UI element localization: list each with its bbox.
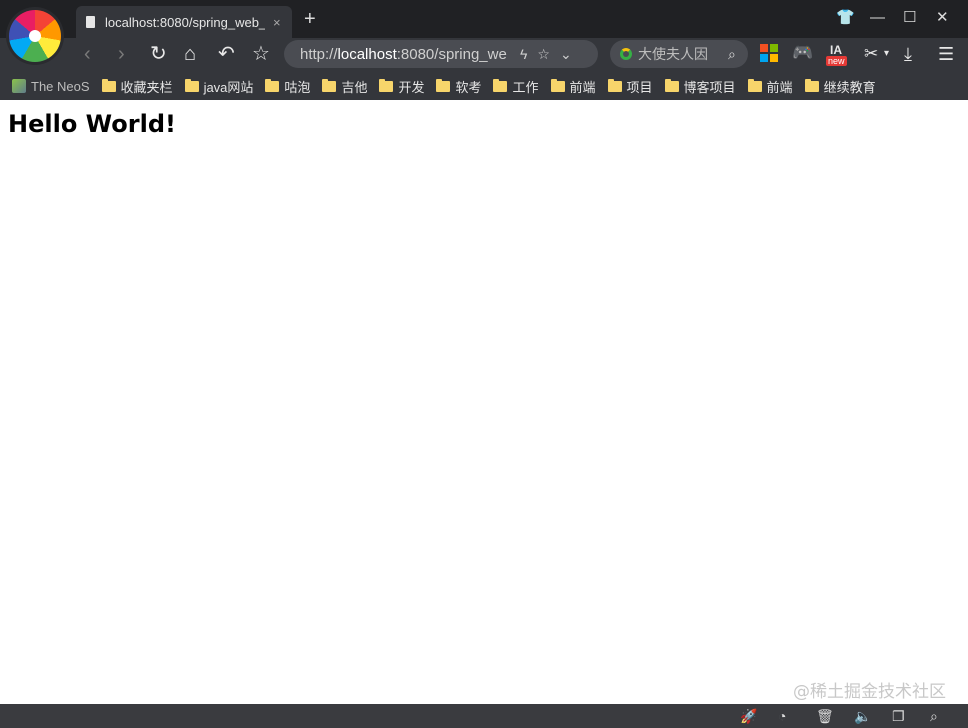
shirt-skin-icon[interactable]: 👕 — [836, 8, 855, 28]
chevron-down-icon[interactable]: ⌄ — [560, 46, 572, 63]
folder-icon — [436, 78, 451, 92]
folder-icon — [184, 78, 199, 92]
scissors-icon[interactable]: ✂ — [864, 41, 878, 67]
tab-close-button[interactable]: × — [273, 15, 281, 30]
back-icon[interactable]: ‹ — [84, 41, 91, 67]
folder-icon — [664, 78, 679, 92]
neo-favicon-icon — [12, 79, 26, 93]
folder-icon — [493, 78, 508, 92]
folder-icon — [322, 78, 337, 92]
bookmark-folder[interactable]: 软考 — [436, 77, 481, 96]
speed-icon[interactable]: ◔ — [778, 707, 786, 725]
favorite-star-icon[interactable]: ☆ — [252, 41, 270, 67]
folder-icon — [379, 78, 394, 92]
tab-strip: localhost:8080/spring_web_ × + 👕 — ☐ ✕ — [0, 0, 968, 38]
bookmark-folder[interactable]: 前端 — [747, 77, 793, 96]
search-box[interactable]: 大使夫人因 ⌕ — [610, 40, 748, 68]
folder-icon — [804, 78, 819, 92]
new-tab-button[interactable]: + — [304, 9, 316, 29]
bookmark-folder[interactable]: 开发 — [379, 77, 424, 96]
lightning-icon[interactable]: ϟ — [520, 46, 527, 62]
folder-icon — [265, 78, 280, 92]
folder-icon — [101, 78, 116, 92]
window-icon[interactable]: ❐ — [892, 707, 905, 725]
page-heading: Hello World! — [8, 110, 176, 138]
bookmark-folder[interactable]: 项目 — [607, 77, 653, 96]
bookmark-item[interactable]: The NeoS — [12, 79, 90, 94]
menu-icon[interactable]: ☰ — [938, 41, 954, 67]
status-bar: 🚀 ◔ 🗑 🔈 ❐ ⌕ — [0, 704, 968, 728]
bookmark-folder[interactable]: 前端 — [550, 77, 596, 96]
apps-grid-icon[interactable] — [760, 44, 778, 62]
maximize-icon[interactable]: ☐ — [903, 8, 916, 28]
bookmarks-bar: The NeoS 收藏夹栏 java网站 咕泡 吉他 开发 软考 工作 前端 项… — [0, 72, 968, 100]
forward-icon[interactable]: › — [118, 41, 125, 67]
download-icon[interactable]: ⤓ — [904, 41, 912, 67]
tab-title: localhost:8080/spring_web_ — [105, 14, 265, 30]
search-icon[interactable]: ⌕ — [728, 46, 736, 63]
folder-icon — [607, 78, 622, 92]
url-text: http://localhost:8080/spring_we — [300, 45, 507, 63]
speaker-icon[interactable]: 🔈 — [854, 707, 871, 725]
bookmark-folder[interactable]: 吉他 — [322, 77, 367, 96]
search-input[interactable]: 大使夫人因 — [638, 44, 722, 64]
search-icon[interactable]: ⌕ — [930, 707, 938, 725]
browser-chrome: localhost:8080/spring_web_ × + 👕 — ☐ ✕ ‹… — [0, 0, 968, 100]
address-bar[interactable]: http://localhost:8080/spring_we ϟ ☆ ⌄ — [284, 40, 598, 68]
toolbar: ‹ › ↻ ⌂ ↶ ☆ http://localhost:8080/spring… — [0, 38, 968, 70]
bookmark-folder[interactable]: 工作 — [493, 77, 539, 96]
minimize-icon[interactable]: — — [870, 8, 885, 28]
close-window-icon[interactable]: ✕ — [936, 8, 949, 28]
trash-icon[interactable]: 🗑 — [816, 707, 834, 725]
bookmark-folder[interactable]: 博客项目 — [664, 77, 736, 96]
folder-icon — [747, 78, 762, 92]
gamepad-icon[interactable]: 🎮 — [792, 44, 813, 62]
watermark: @稀土掘金技术社区 — [793, 682, 946, 702]
bookmark-folder[interactable]: java网站 — [184, 77, 253, 96]
bookmark-folder[interactable]: 继续教育 — [804, 77, 876, 96]
bookmark-star-icon[interactable]: ☆ — [537, 46, 550, 63]
reload-icon[interactable]: ↻ — [150, 41, 167, 67]
caret-down-icon[interactable]: ▾ — [884, 41, 889, 67]
new-badge: new — [826, 56, 847, 66]
bookmark-folder[interactable]: 收藏夹栏 — [101, 77, 173, 96]
bookmark-folder[interactable]: 咕泡 — [265, 77, 310, 96]
undo-icon[interactable]: ↶ — [218, 41, 235, 67]
page-content: Hello World! @稀土掘金技术社区 — [0, 100, 968, 704]
browser-logo[interactable] — [9, 10, 61, 62]
document-icon — [86, 16, 95, 28]
home-icon[interactable]: ⌂ — [184, 41, 196, 67]
search-engine-icon[interactable] — [620, 48, 632, 60]
rocket-icon[interactable]: 🚀 — [740, 707, 757, 725]
folder-icon — [550, 78, 565, 92]
tab-active[interactable]: localhost:8080/spring_web_ × — [76, 6, 292, 38]
